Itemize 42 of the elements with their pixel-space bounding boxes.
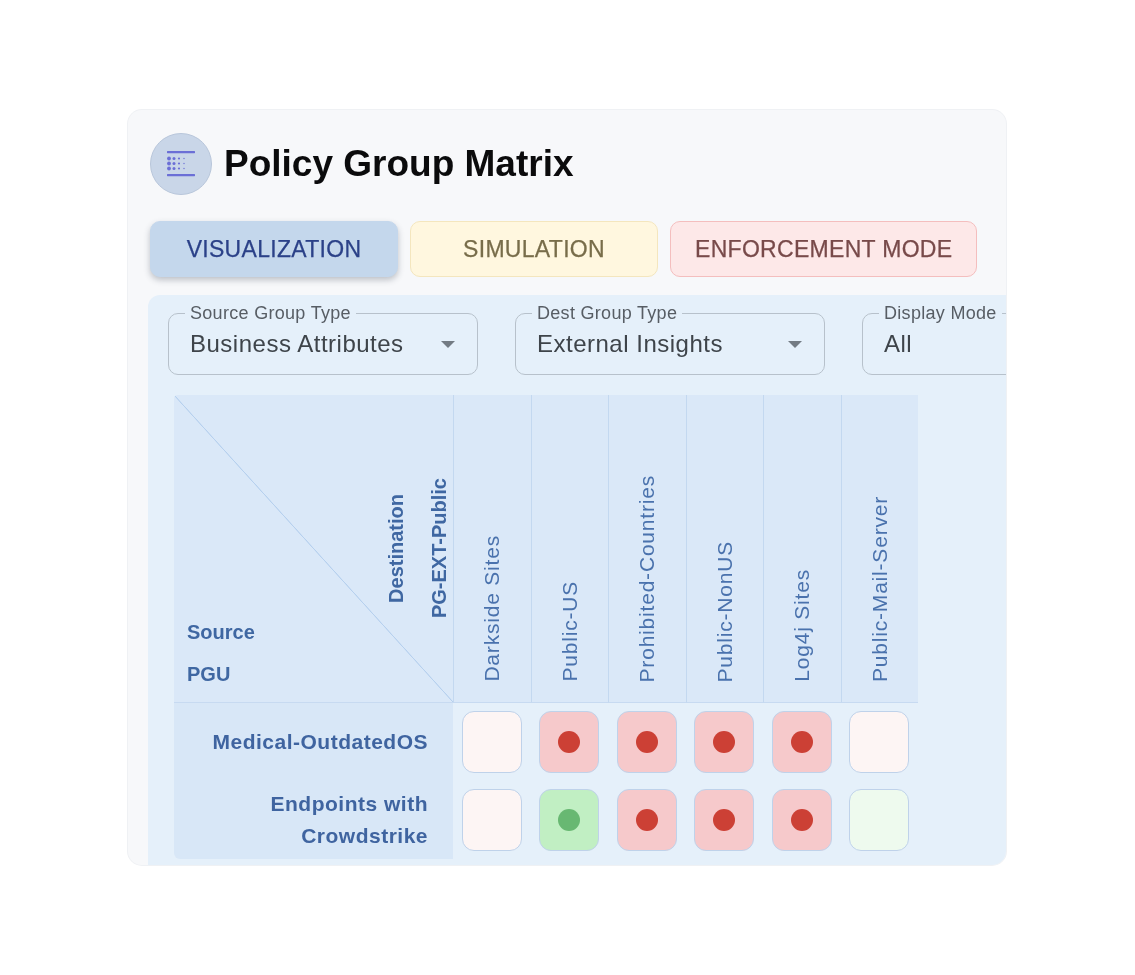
dot-icon xyxy=(635,809,658,831)
dot-icon xyxy=(713,731,736,753)
matrix-tile[interactable] xyxy=(849,711,910,773)
matrix-tile[interactable] xyxy=(539,711,600,773)
dot-grid-icon xyxy=(150,133,212,195)
dropdown-field[interactable]: Source Group Type Business Attributes xyxy=(168,303,478,375)
caret-icon xyxy=(441,340,455,348)
column-header: Public-Mail-Server xyxy=(840,395,918,703)
dropdown-field[interactable]: Dest Group Type External Insights xyxy=(515,303,825,375)
matrix-tile[interactable] xyxy=(849,789,910,851)
dropdown-field[interactable]: Display Mode All xyxy=(862,303,1006,375)
matrix-tile[interactable] xyxy=(771,789,832,851)
dot-icon xyxy=(558,731,581,753)
matrix-tile[interactable] xyxy=(771,711,832,773)
dot-icon xyxy=(713,809,736,831)
matrix-tile[interactable] xyxy=(616,789,677,851)
tab[interactable]: VISUALIZATION xyxy=(150,221,398,277)
row-header: Medical-OutdatedOS xyxy=(174,703,453,781)
dot-icon xyxy=(635,731,658,753)
column-header: Prohibited-Countries xyxy=(608,395,686,703)
matrix-tile[interactable] xyxy=(461,789,522,851)
column-header: Public-NonUS xyxy=(685,395,763,703)
matrix-tile[interactable] xyxy=(539,789,600,851)
dot-icon xyxy=(558,809,581,831)
row-axis-title: Source xyxy=(187,621,255,644)
matrix-tile[interactable] xyxy=(694,789,755,851)
caret-icon xyxy=(788,340,802,348)
column-header: Public-US xyxy=(530,395,608,703)
matrix-tile[interactable] xyxy=(694,711,755,773)
row-group-label: PGU xyxy=(187,663,232,686)
row-header: Endpoints with Crowdstrike xyxy=(174,781,453,859)
dot-icon xyxy=(790,731,813,753)
column-axis-title: Destination xyxy=(385,494,408,603)
matrix-tile[interactable] xyxy=(461,711,522,773)
column-header: Darkside Sites xyxy=(453,395,531,703)
dot-icon xyxy=(790,809,813,831)
column-header: Log4j Sites xyxy=(763,395,841,703)
column-group-label: PG-EXT-Public xyxy=(428,478,451,619)
matrix-tile[interactable] xyxy=(616,711,677,773)
tab[interactable]: ENFORCEMENT MODE xyxy=(670,221,978,277)
tab[interactable]: SIMULATION xyxy=(410,221,658,277)
page-title: Policy Group Matrix xyxy=(224,143,574,185)
